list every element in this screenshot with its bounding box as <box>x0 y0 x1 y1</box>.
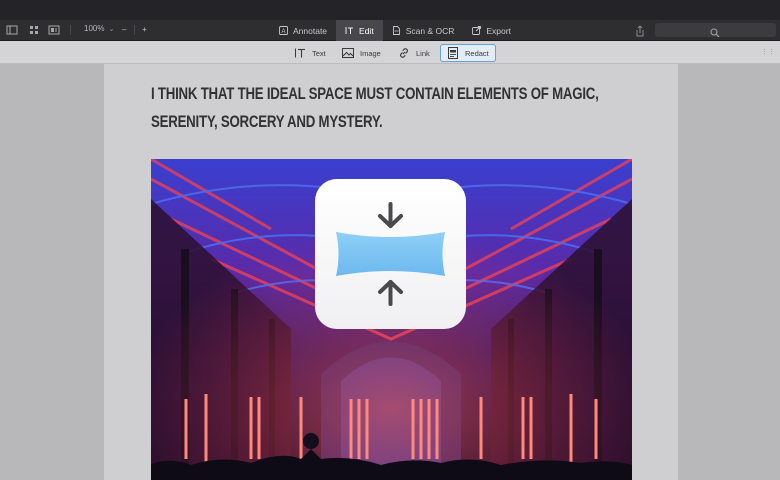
link-icon <box>398 47 410 59</box>
text-cursor-icon <box>345 26 354 35</box>
search-input[interactable] <box>655 23 776 38</box>
tool-label: Image <box>360 48 381 58</box>
tab-label: Scan & OCR <box>405 25 455 36</box>
zoom-out-button[interactable]: – <box>122 23 126 37</box>
zoom-value: 100% <box>84 24 105 33</box>
export-icon <box>472 26 482 35</box>
link-tool-button[interactable]: Link <box>392 44 436 62</box>
scan-icon <box>392 26 401 35</box>
redact-icon <box>447 47 459 59</box>
text-tool-button[interactable]: Text <box>288 44 332 62</box>
tool-label: Redact <box>465 48 489 58</box>
grid-view-icon[interactable] <box>28 24 40 36</box>
toolbar-grip-icon[interactable]: ⋮⋮ <box>761 48 775 56</box>
main-toolbar: 100% ⌄ – + A Annotate Edit Scan & OCR Ex… <box>0 20 780 41</box>
tab-annotate[interactable]: A Annotate <box>270 20 336 41</box>
sidebar-toggle-icon[interactable] <box>6 24 18 36</box>
image-tool-button[interactable]: Image <box>336 44 387 62</box>
zoom-in-button[interactable]: + <box>142 23 147 37</box>
tab-label: Annotate <box>293 25 328 36</box>
tool-label: Text <box>312 48 326 58</box>
tab-export[interactable]: Export <box>463 20 520 41</box>
share-icon[interactable] <box>634 24 646 37</box>
search-icon <box>710 25 720 38</box>
tab-edit[interactable]: Edit <box>336 20 383 41</box>
mode-tabs: A Annotate Edit Scan & OCR Export <box>270 20 520 41</box>
zoom-select[interactable]: 100% ⌄ <box>84 24 114 33</box>
window-titlebar <box>0 0 780 20</box>
redact-tool-button[interactable]: Redact <box>440 44 496 62</box>
text-cursor-icon <box>294 47 306 59</box>
page-heading[interactable]: I think that the ideal space must contai… <box>151 80 635 136</box>
tool-label: Link <box>416 48 430 58</box>
toolbar-divider <box>70 25 71 35</box>
tab-label: Edit <box>359 25 374 36</box>
image-icon <box>342 47 354 59</box>
svg-text:A: A <box>281 29 285 35</box>
chevron-down-icon: ⌄ <box>108 25 115 33</box>
tab-label: Export <box>486 25 511 36</box>
toolbar-divider <box>134 25 135 35</box>
compress-app-icon <box>314 178 467 330</box>
annotate-icon: A <box>279 26 288 35</box>
tab-scan-ocr[interactable]: Scan & OCR <box>383 20 464 41</box>
page-layout-icon[interactable] <box>48 24 60 36</box>
edit-toolbar: Text Image Link Redact ⋮⋮ <box>0 41 780 64</box>
